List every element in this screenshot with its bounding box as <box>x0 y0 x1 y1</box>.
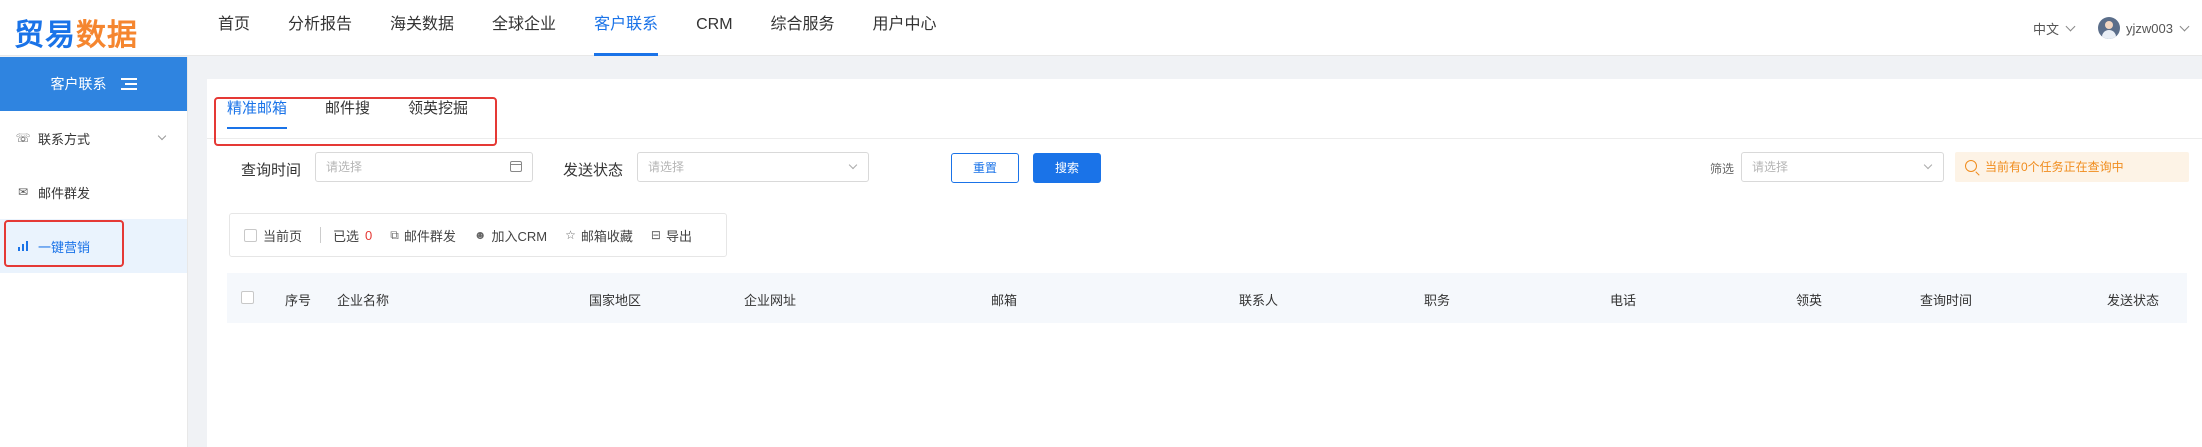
nav-global-companies[interactable]: 全球企业 <box>492 0 556 56</box>
query-time-placeholder: 请选择 <box>326 160 363 174</box>
query-time-picker[interactable]: 请选择 <box>315 152 533 182</box>
user-menu[interactable]: yjzw003 <box>2098 17 2190 39</box>
filter-label: 筛选 <box>1710 162 1735 176</box>
logo-part-1: 贸易 <box>14 18 76 53</box>
col-send-status: 发送状态 <box>2107 293 2160 308</box>
filter-bar: 查询时间 请选择 发送状态 请选择 重置 搜索 筛选 请选择 当前有0个任务正在… <box>241 152 2189 184</box>
select-current-page[interactable]: 当前页 <box>244 226 302 245</box>
export-button[interactable]: ⊟ 导出 <box>651 226 692 245</box>
favorite-label: 邮箱收藏 <box>580 228 633 244</box>
sidebar-header: 客户联系 <box>0 57 187 111</box>
avatar <box>2098 17 2121 39</box>
chevron-down-icon <box>1923 160 1933 170</box>
col-phone: 电话 <box>1610 293 1637 308</box>
chevron-down-icon <box>2065 21 2076 31</box>
main-nav: 首页 分析报告 海关数据 全球企业 客户联系 CRM 综合服务 用户中心 <box>218 0 975 56</box>
mail-icon: ✉ <box>17 185 29 199</box>
search-icon <box>1965 160 1977 172</box>
chevron-down-icon <box>2179 21 2190 31</box>
col-country: 国家地区 <box>589 293 642 308</box>
send-status-label: 发送状态 <box>563 162 624 179</box>
mass-mail-label: 邮件群发 <box>403 228 456 244</box>
phone-icon: ☏ <box>15 131 31 145</box>
nav-customs-data[interactable]: 海关数据 <box>390 0 454 56</box>
language-select[interactable]: 中文 <box>2033 19 2076 38</box>
mass-mail-button[interactable]: ⧉ 邮件群发 <box>390 226 456 245</box>
logo[interactable]: 贸易数据 <box>14 10 138 54</box>
sidebar-title: 客户联系 <box>50 76 107 92</box>
username: yjzw003 <box>2126 20 2173 36</box>
select-all-checkbox[interactable] <box>241 291 254 304</box>
sidebar-item-label: 联系方式 <box>38 131 91 147</box>
nav-analysis-report[interactable]: 分析报告 <box>288 0 352 56</box>
tab-divider <box>207 138 2202 139</box>
top-right-controls: 中文 yjzw003 <box>2033 0 2190 56</box>
filter-placeholder: 请选择 <box>1752 160 1789 174</box>
nav-customer-contact[interactable]: 客户联系 <box>594 0 659 56</box>
main-panel: 精准邮箱 邮件搜 领英挖掘 查询时间 请选择 发送状态 请选择 重置 搜索 筛选… <box>207 79 2202 447</box>
nav-user-center[interactable]: 用户中心 <box>873 0 937 56</box>
col-position: 职务 <box>1424 293 1451 308</box>
export-label: 导出 <box>665 228 692 244</box>
table-header: 序号 企业名称 国家地区 企业网址 邮箱 联系人 职务 电话 领英 查询时间 发… <box>227 273 2187 323</box>
chevron-down-icon <box>157 131 167 141</box>
favorite-email-button[interactable]: ☆ 邮箱收藏 <box>565 226 633 245</box>
star-icon: ☆ <box>565 228 576 242</box>
col-index: 序号 <box>285 293 312 308</box>
nav-crm[interactable]: CRM <box>696 0 732 56</box>
reset-button[interactable]: 重置 <box>951 153 1019 183</box>
bulk-action-toolbar: 当前页 已选 0 ⧉ 邮件群发 ☻ 加入CRM ☆ 邮箱收藏 ⊟ 导出 <box>229 213 727 257</box>
selected-count-value: 0 <box>365 227 373 243</box>
task-status-notice: 当前有0个任务正在查询中 <box>1955 152 2189 182</box>
query-time-label: 查询时间 <box>241 162 302 179</box>
calendar-icon <box>510 161 522 172</box>
search-button[interactable]: 搜索 <box>1033 153 1101 183</box>
sidebar-item-contact-info[interactable]: ☏ 联系方式 <box>0 111 187 165</box>
selected-count: 已选 0 <box>333 226 372 245</box>
col-contact: 联系人 <box>1239 293 1279 308</box>
highlight-box-tabs <box>214 97 497 146</box>
checkbox[interactable] <box>244 228 257 242</box>
logo-part-2: 数据 <box>76 18 138 53</box>
col-query-time: 查询时间 <box>1920 293 1973 308</box>
chevron-down-icon <box>848 160 858 170</box>
menu-collapse-icon[interactable] <box>120 78 137 90</box>
language-label: 中文 <box>2033 21 2060 37</box>
nav-home[interactable]: 首页 <box>218 0 250 56</box>
export-icon: ⊟ <box>650 228 661 242</box>
divider <box>320 227 322 243</box>
user-add-icon: ☻ <box>473 228 487 242</box>
col-linkedin: 领英 <box>1796 293 1823 308</box>
col-website: 企业网址 <box>744 293 797 308</box>
top-navbar: 贸易数据 首页 分析报告 海关数据 全球企业 客户联系 CRM 综合服务 用户中… <box>0 0 2202 56</box>
add-crm-button[interactable]: ☻ 加入CRM <box>474 226 547 245</box>
highlight-box-sidebar <box>4 220 124 267</box>
sidebar-item-mass-mail[interactable]: ✉ 邮件群发 <box>0 165 187 219</box>
send-status-select[interactable]: 请选择 <box>637 152 869 182</box>
send-status-placeholder: 请选择 <box>648 160 685 174</box>
selected-label: 已选 <box>333 228 360 244</box>
copy-icon: ⧉ <box>390 227 399 242</box>
filter-select[interactable]: 请选择 <box>1741 152 1944 182</box>
sidebar-item-label: 邮件群发 <box>38 185 91 201</box>
current-page-label: 当前页 <box>263 228 303 244</box>
add-crm-label: 加入CRM <box>491 228 548 244</box>
task-status-text: 当前有0个任务正在查询中 <box>1985 160 2124 174</box>
col-email: 邮箱 <box>991 293 1018 308</box>
col-company-name: 企业名称 <box>337 293 390 308</box>
nav-services[interactable]: 综合服务 <box>771 0 835 56</box>
